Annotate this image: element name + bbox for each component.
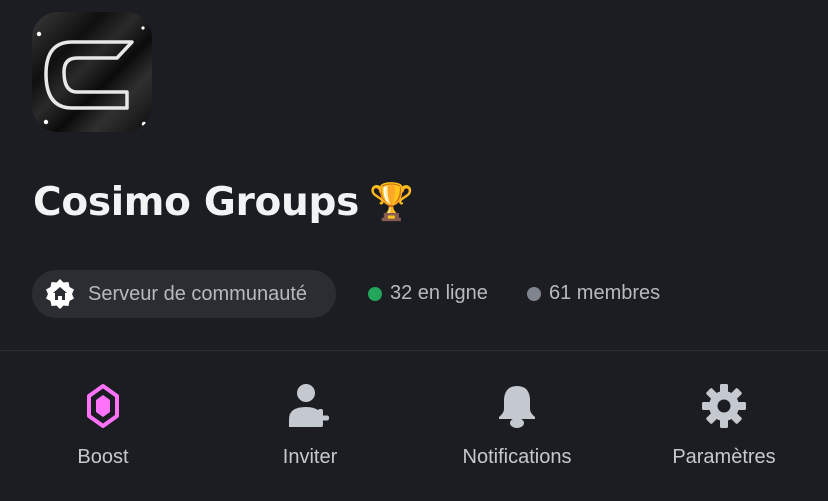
community-server-badge[interactable]: Serveur de communauté [32, 270, 336, 318]
member-count: 61 membres [527, 282, 660, 305]
community-home-icon [46, 279, 74, 309]
member-count-text: 61 membres [549, 282, 661, 304]
settings-label: Paramètres [672, 446, 776, 468]
online-count-text: 32 en ligne [390, 282, 488, 304]
boost-label: Boost [77, 446, 129, 468]
server-logo-c-icon [36, 26, 147, 127]
members-status-dot [527, 286, 541, 301]
settings-button[interactable]: Paramètres [634, 380, 814, 469]
notifications-button[interactable]: Notifications [427, 380, 607, 469]
boost-gem-icon [77, 380, 129, 432]
online-count: 32 en ligne [368, 282, 488, 305]
gear-icon [698, 380, 750, 432]
trophy-emoji: 🏆 [369, 181, 414, 223]
divider [0, 350, 828, 351]
server-icon[interactable] [32, 12, 152, 132]
notifications-label: Notifications [462, 446, 572, 468]
bell-icon [491, 380, 543, 432]
add-person-icon [284, 380, 336, 432]
online-status-dot [368, 286, 382, 301]
invite-label: Inviter [282, 446, 338, 468]
boost-button[interactable]: Boost [13, 380, 193, 469]
server-title: Cosimo Groups 🏆 [33, 180, 414, 225]
invite-button[interactable]: Inviter [220, 380, 400, 469]
server-name: Cosimo Groups [33, 180, 360, 225]
community-label: Serveur de communauté [88, 282, 308, 305]
